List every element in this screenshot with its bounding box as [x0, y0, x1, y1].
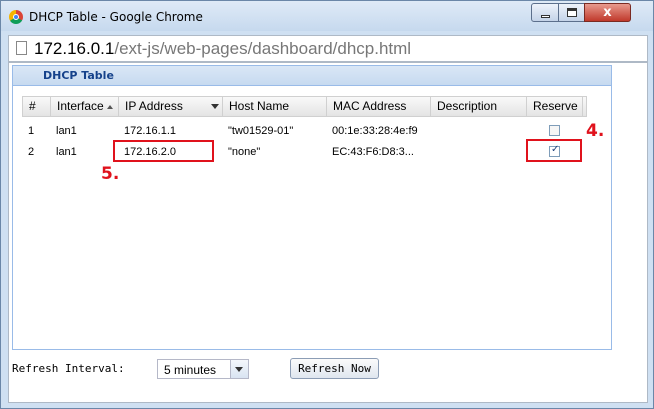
sort-asc-icon: [106, 104, 113, 109]
url-path: /ext-js/web-pages/dashboard/dhcp.html: [114, 39, 412, 58]
column-header-reserve[interactable]: Reserve: [527, 97, 583, 116]
page-icon: [16, 41, 27, 55]
title-bar: DHCP Table - Google Chrome x: [1, 1, 653, 31]
cell-interface: lan1: [56, 125, 77, 137]
table-row[interactable]: 2 lan1 172.16.2.0 "none" EC:43:F6:D8:3..…: [22, 142, 587, 162]
annotation-label-4: 4.: [586, 121, 605, 141]
grid-header: # Interface IP Address Host Name MAC Add…: [22, 96, 587, 117]
cell-number: 2: [28, 146, 35, 158]
maximize-button[interactable]: [558, 3, 585, 22]
column-header-ip-address[interactable]: IP Address: [119, 97, 223, 116]
cell-ip-address: 172.16.1.1: [124, 125, 176, 137]
panel-header: DHCP Table: [13, 66, 611, 86]
maximize-icon: [567, 8, 577, 17]
cell-mac-address: EC:43:F6:D8:3...: [332, 146, 414, 158]
ip-address-highlight: [113, 140, 214, 162]
url-text[interactable]: 172.16.0.1/ext-js/web-pages/dashboard/dh…: [34, 39, 411, 59]
column-header-number[interactable]: #: [23, 97, 51, 116]
minimize-button[interactable]: [531, 3, 559, 22]
refresh-interval-value: 5 minutes: [164, 363, 217, 377]
cell-host-name: "tw01529-01": [228, 125, 294, 137]
column-menu-icon[interactable]: [211, 104, 219, 109]
cell-description: [430, 121, 526, 141]
url-host: 172.16.0.1: [34, 39, 115, 58]
cell-mac-address: 00:1e:33:28:4e:f9: [332, 125, 418, 137]
reserve-checkbox[interactable]: [549, 125, 560, 136]
address-bar[interactable]: 172.16.0.1/ext-js/web-pages/dashboard/dh…: [8, 35, 648, 62]
reserve-checkbox-highlight: [526, 139, 582, 162]
refresh-interval-label: Refresh Interval:: [12, 362, 125, 375]
column-header-host-name[interactable]: Host Name: [223, 97, 327, 116]
panel-title: DHCP Table: [43, 69, 114, 82]
refresh-toolbar: Refresh Interval: 5 minutes Refresh Now: [9, 355, 647, 383]
close-icon: x: [603, 5, 612, 20]
dhcp-table-panel: DHCP Table # Interface IP Address Host N…: [12, 65, 612, 350]
table-row[interactable]: 1 lan1 172.16.1.1 "tw01529-01" 00:1e:33:…: [22, 121, 587, 141]
cell-description: [430, 142, 526, 162]
refresh-now-button[interactable]: Refresh Now: [290, 358, 379, 379]
column-header-mac-address[interactable]: MAC Address: [327, 97, 431, 116]
cell-interface: lan1: [56, 146, 77, 158]
chrome-icon: [9, 10, 23, 24]
annotation-label-5: 5.: [101, 164, 120, 184]
column-header-description[interactable]: Description: [431, 97, 527, 116]
dropdown-button[interactable]: [230, 360, 248, 378]
browser-window: DHCP Table - Google Chrome x 172.16.0.1/…: [0, 0, 654, 409]
dropdown-arrow-icon: [235, 367, 243, 372]
refresh-interval-select[interactable]: 5 minutes: [157, 359, 249, 379]
cell-number: 1: [28, 125, 35, 137]
window-title: DHCP Table - Google Chrome: [29, 10, 203, 24]
close-button[interactable]: x: [584, 3, 631, 22]
column-header-interface[interactable]: Interface: [51, 97, 119, 116]
page-content: DHCP Table # Interface IP Address Host N…: [8, 62, 648, 403]
cell-host-name: "none": [228, 146, 261, 158]
minimize-icon: [541, 15, 550, 18]
